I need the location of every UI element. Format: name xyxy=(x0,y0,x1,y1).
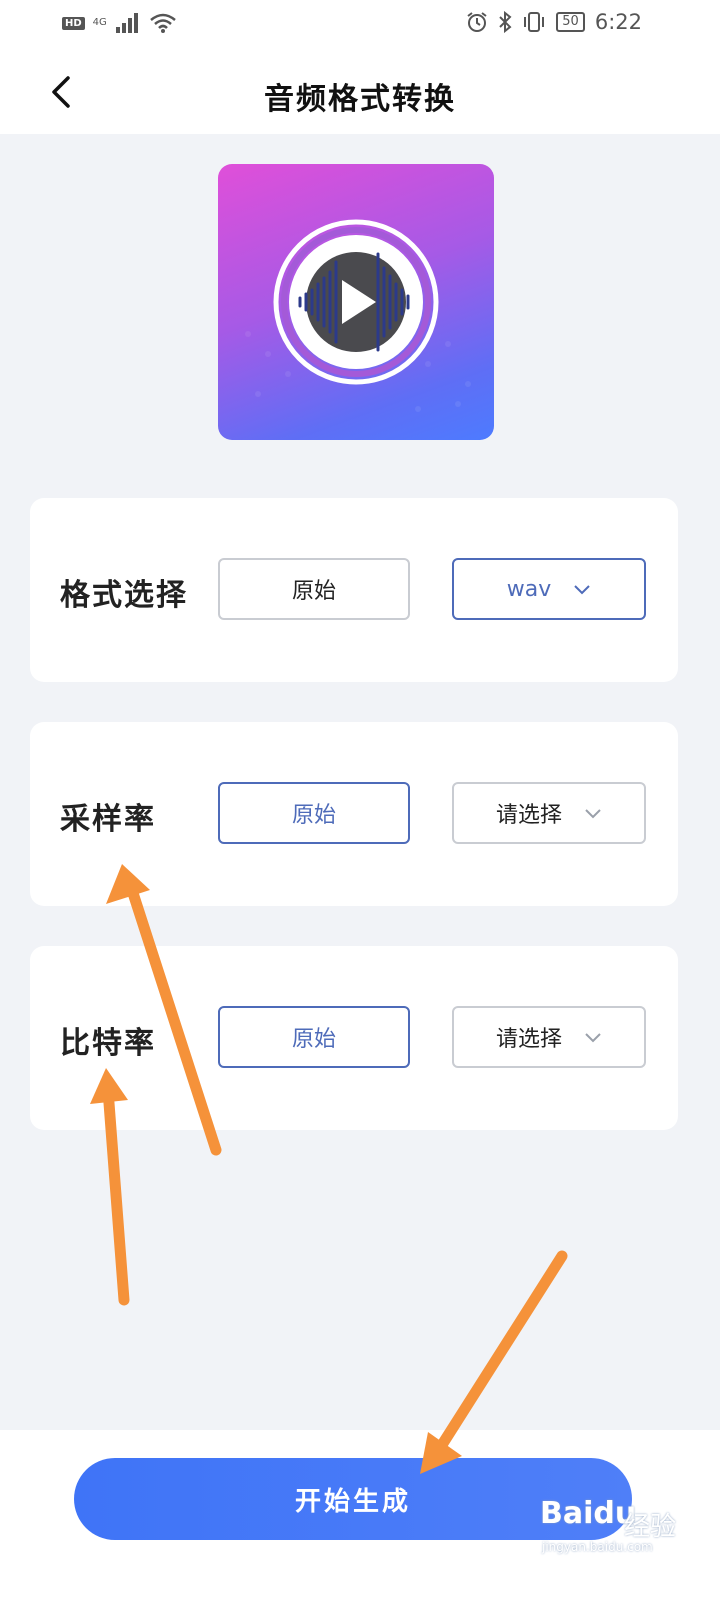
wifi-icon xyxy=(149,13,176,33)
bluetooth-icon xyxy=(499,11,512,33)
chevron-down-icon xyxy=(585,809,601,819)
bit-rate-row: 比特率 原始 请选择 xyxy=(30,946,678,1130)
network-type: 4G xyxy=(92,17,107,28)
status-left: HD 4G xyxy=(62,12,177,34)
bit-rate-label: 比特率 xyxy=(60,1026,156,1061)
vibrate-icon xyxy=(524,12,545,32)
watermark-suffix: 经验 xyxy=(624,1512,677,1542)
alarm-icon xyxy=(467,12,487,32)
status-right: 50 6:22 xyxy=(466,10,642,34)
bit-rate-original-button[interactable]: 原始 xyxy=(218,1006,410,1068)
watermark-url: jingyan.baidu.com xyxy=(542,1540,653,1554)
signal-icon xyxy=(115,13,138,33)
battery-indicator: 50 xyxy=(556,12,585,32)
watermark-brand: Baidu xyxy=(540,1496,637,1531)
hd-badge: HD xyxy=(62,16,85,30)
format-select[interactable]: wav xyxy=(452,558,646,620)
format-original-button[interactable]: 原始 xyxy=(218,558,410,620)
status-time: 6:22 xyxy=(594,10,642,34)
sample-rate-original-button[interactable]: 原始 xyxy=(218,782,410,844)
audio-cover xyxy=(218,164,494,440)
sample-rate-row: 采样率 原始 请选择 xyxy=(30,722,678,906)
bit-rate-select-value: 请选择 xyxy=(495,1027,562,1052)
sample-rate-select-value: 请选择 xyxy=(495,803,562,828)
page-title: 音频格式转换 xyxy=(264,82,456,117)
audio-cover-art xyxy=(245,219,471,412)
bit-rate-select[interactable]: 请选择 xyxy=(452,1006,646,1068)
sample-rate-select[interactable]: 请选择 xyxy=(452,782,646,844)
baidu-watermark: Baidu 经验 jingyan.baidu.com xyxy=(538,1490,708,1560)
format-label: 格式选择 xyxy=(60,578,188,613)
app-header: 音频格式转换 xyxy=(0,48,720,134)
chevron-down-icon xyxy=(585,1033,601,1043)
status-bar: HD 4G 50 6:22 xyxy=(0,0,720,48)
annotation-arrow-start xyxy=(434,1250,568,1454)
format-row: 格式选择 原始 wav xyxy=(30,498,678,682)
format-select-value: wav xyxy=(506,576,552,602)
sample-rate-label: 采样率 xyxy=(60,802,156,837)
chevron-down-icon xyxy=(574,585,590,595)
